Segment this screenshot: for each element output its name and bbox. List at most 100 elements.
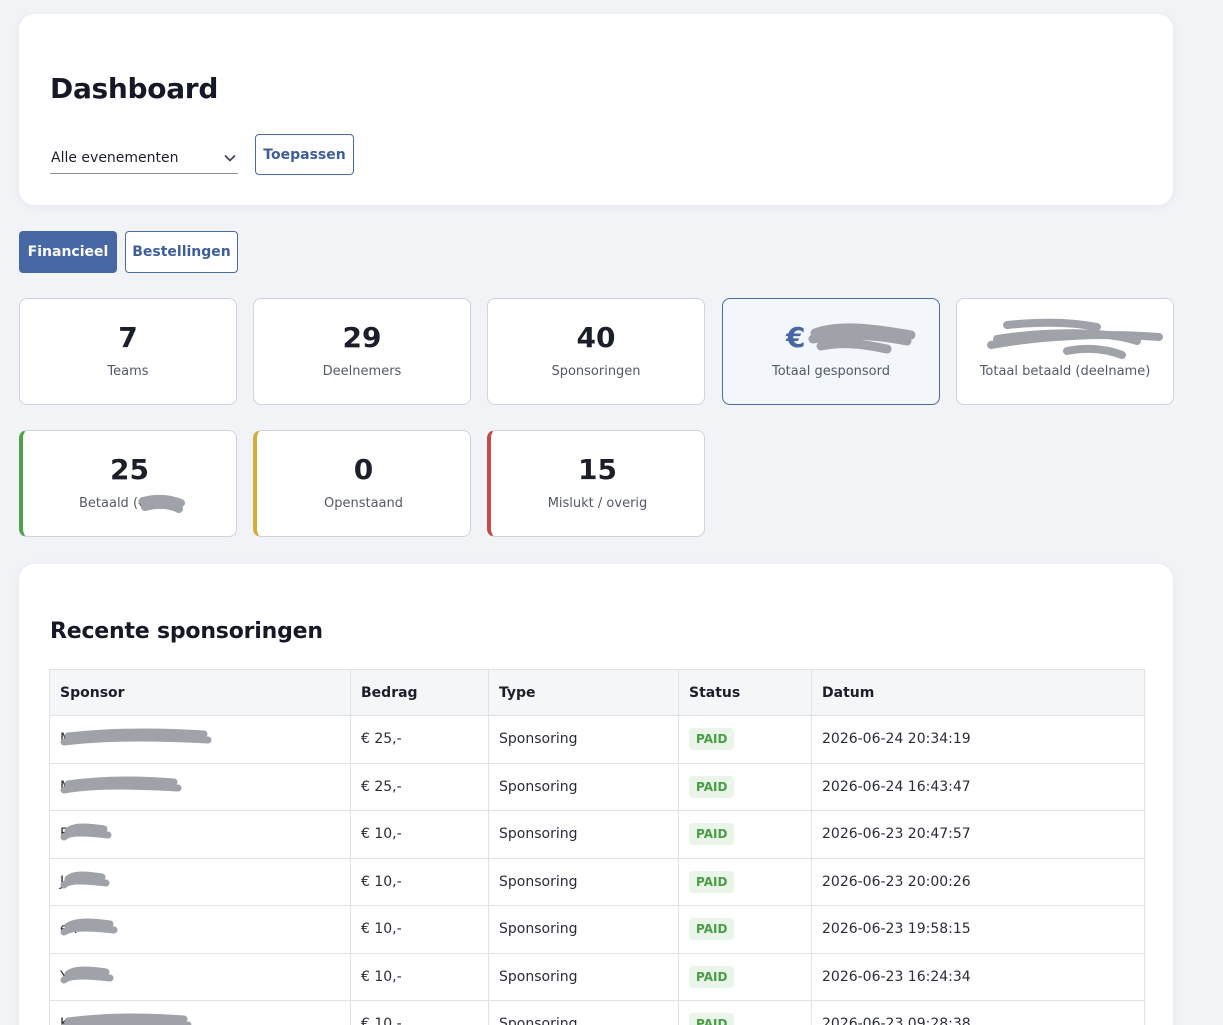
stat-card-mislukt: 15 Mislukt / overig — [487, 430, 705, 537]
bedrag-text: € 10,- — [361, 1016, 402, 1025]
cell-status: PAID — [678, 715, 812, 764]
cell-status: PAID — [678, 810, 812, 859]
bedrag-text: € 25,- — [361, 778, 402, 795]
cell-datum: 2026-06-24 20:34:19 — [811, 715, 1145, 764]
column-header-bedrag[interactable]: Bedrag — [350, 669, 489, 716]
stat-value: 7 — [118, 321, 138, 354]
recent-sponsorships-card: Recente sponsoringen Sponsor Bedrag Type… — [19, 564, 1173, 1025]
stat-card-deelnemers: 29 Deelnemers — [253, 298, 471, 405]
sponsor-text: M — [60, 778, 73, 795]
datum-text: 2026-06-23 16:24:34 — [822, 968, 971, 985]
cell-bedrag: € 10,- — [350, 1000, 489, 1025]
cell-bedrag: € 10,- — [350, 952, 489, 1001]
cell-sponsor: F — [49, 810, 351, 859]
status-badge: PAID — [689, 775, 735, 798]
table-row[interactable]: J € 10,- Sponsoring PAID 2026-06-23 20:00:26 — [49, 857, 1145, 906]
datum-text: 2026-06-23 19:58:15 — [822, 921, 971, 938]
column-header-type[interactable]: Type — [488, 669, 679, 716]
table-row[interactable]: F € 10,- Sponsoring PAID 2026-06-23 20:47:57 — [49, 810, 1145, 859]
stat-value: 29 — [342, 321, 382, 354]
stat-label: Deelnemers — [322, 364, 402, 379]
cell-type: Sponsoring — [488, 857, 679, 906]
redaction-scribble — [987, 318, 1163, 359]
stat-card-totaal-betaald: Totaal betaald (deelname) — [956, 298, 1174, 405]
table-body: M € 25,- Sponsoring PAID 2026-06-24 20:34:19… — [49, 715, 1145, 1025]
sponsor-text: F — [60, 826, 69, 843]
cell-sponsor: J — [49, 857, 351, 906]
cell-datum: 2026-06-23 20:00:26 — [811, 857, 1145, 906]
cell-datum: 2026-06-23 19:58:15 — [811, 905, 1145, 954]
cell-bedrag: € 10,- — [350, 905, 489, 954]
status-badge: PAID — [689, 918, 735, 941]
cell-sponsor: M — [49, 715, 351, 764]
datum-text: 2026-06-24 20:34:19 — [822, 731, 971, 748]
column-header-sponsor[interactable]: Sponsor — [49, 669, 351, 716]
sponsor-text: en — [60, 921, 78, 938]
type-text: Sponsoring — [499, 873, 578, 890]
sponsor-text: K — [60, 1016, 70, 1025]
sponsor-text: M — [60, 731, 73, 748]
status-badge: PAID — [689, 728, 735, 751]
table-row[interactable]: Y € 10,- Sponsoring PAID 2026-06-23 16:24:34 — [49, 952, 1145, 1001]
cell-bedrag: € 25,- — [350, 762, 489, 811]
cell-status: PAID — [678, 952, 812, 1001]
stat-card-teams: 7 Teams — [19, 298, 237, 405]
cell-bedrag: € 10,- — [350, 810, 489, 859]
chevron-down-icon — [224, 154, 236, 162]
status-badge: PAID — [689, 823, 735, 846]
sponsor-text: J — [60, 873, 65, 890]
cell-sponsor: Y — [49, 952, 351, 1001]
table-row[interactable]: M € 25,- Sponsoring PAID 2026-06-24 20:34:19 — [49, 715, 1145, 764]
section-title: Recente sponsoringen — [50, 619, 323, 644]
table-header-row: Sponsor Bedrag Type Status Datum — [49, 669, 1145, 716]
redaction-scribble — [60, 728, 212, 746]
table-row[interactable]: K € 10,- Sponsoring PAID 2026-06-23 09:28:38 — [49, 1000, 1145, 1025]
apply-button[interactable]: Toepassen — [255, 134, 354, 175]
event-select-value: Alle evenementen — [51, 150, 179, 166]
event-select[interactable]: Alle evenementen — [50, 146, 238, 174]
table-row[interactable]: en € 10,- Sponsoring PAID 2026-06-23 19:58:1… — [49, 905, 1145, 954]
cell-type: Sponsoring — [488, 905, 679, 954]
stat-label: Totaal gesponsord — [771, 364, 891, 379]
status-badge: PAID — [689, 1013, 735, 1025]
bedrag-text: € 10,- — [361, 826, 402, 843]
tab-financieel[interactable]: Financieel — [19, 231, 117, 273]
column-header-status[interactable]: Status — [678, 669, 812, 716]
datum-text: 2026-06-24 16:43:47 — [822, 778, 971, 795]
cell-type: Sponsoring — [488, 715, 679, 764]
stat-label: Mislukt / overig — [547, 496, 648, 511]
bedrag-text: € 10,- — [361, 873, 402, 890]
sponsor-text: Y — [60, 968, 69, 985]
stat-value: 40 — [576, 321, 616, 354]
datum-text: 2026-06-23 20:00:26 — [822, 873, 971, 890]
type-text: Sponsoring — [499, 826, 578, 843]
stat-card-openstaand: 0 Openstaand — [253, 430, 471, 537]
stat-label: Totaal betaald (deelname) — [979, 364, 1151, 379]
datum-text: 2026-06-23 20:47:57 — [822, 826, 971, 843]
stat-value: 15 — [578, 453, 617, 486]
cell-bedrag: € 25,- — [350, 715, 489, 764]
stat-value: 25 — [110, 453, 149, 486]
table-row[interactable]: M € 25,- Sponsoring PAID 2026-06-24 16:43:47 — [49, 762, 1145, 811]
cell-type: Sponsoring — [488, 1000, 679, 1025]
header-card: Dashboard Alle evenementen Toepassen — [19, 14, 1173, 205]
cell-type: Sponsoring — [488, 762, 679, 811]
column-header-datum[interactable]: Datum — [811, 669, 1145, 716]
type-text: Sponsoring — [499, 731, 578, 748]
type-text: Sponsoring — [499, 1016, 578, 1025]
stat-label: Betaald (€ — [79, 496, 147, 511]
tab-bestellingen[interactable]: Bestellingen — [125, 231, 238, 273]
stat-card-sponsoringen: 40 Sponsoringen — [487, 298, 705, 405]
cell-status: PAID — [678, 762, 812, 811]
cell-datum: 2026-06-23 20:47:57 — [811, 810, 1145, 859]
cell-status: PAID — [678, 857, 812, 906]
stat-label: Teams — [107, 364, 149, 379]
cell-datum: 2026-06-23 16:24:34 — [811, 952, 1145, 1001]
sponsorships-table: Sponsor Bedrag Type Status Datum M € 25,-… — [49, 669, 1145, 1025]
type-text: Sponsoring — [499, 778, 578, 795]
redaction-scribble — [60, 776, 182, 793]
stat-card-betaald: 25 Betaald (€ — [19, 430, 237, 537]
redaction-scribble — [61, 1013, 192, 1025]
cell-datum: 2026-06-23 09:28:38 — [811, 1000, 1145, 1025]
status-badge: PAID — [689, 870, 735, 893]
